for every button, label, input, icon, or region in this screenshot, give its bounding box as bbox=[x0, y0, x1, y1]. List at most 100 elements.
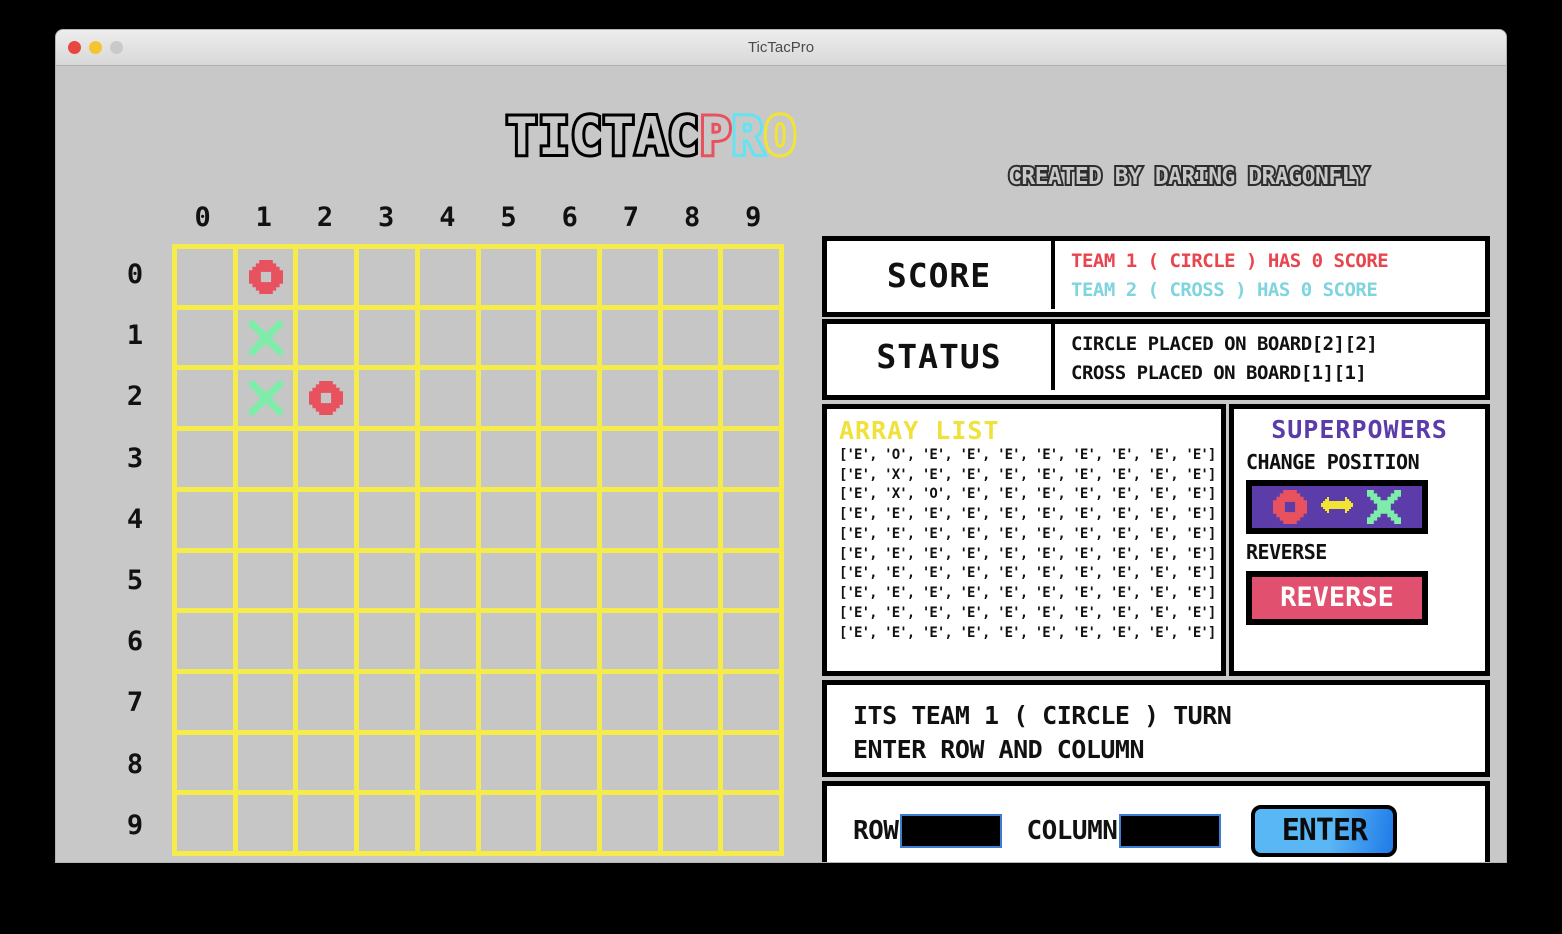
maximize-button[interactable] bbox=[110, 41, 123, 54]
board-cell-4-7[interactable] bbox=[601, 491, 658, 548]
board-cell-1-6[interactable] bbox=[541, 309, 597, 366]
board-cell-1-4[interactable] bbox=[419, 309, 476, 366]
board-cell-9-8[interactable] bbox=[662, 795, 719, 851]
board-cell-4-5[interactable] bbox=[480, 491, 537, 548]
board-cell-7-7[interactable] bbox=[601, 673, 658, 730]
board-cell-1-8[interactable] bbox=[662, 309, 719, 366]
board-cell-1-5[interactable] bbox=[480, 309, 537, 366]
board-cell-9-6[interactable] bbox=[541, 795, 597, 851]
board-cell-5-7[interactable] bbox=[601, 552, 658, 609]
board-cell-7-6[interactable] bbox=[541, 673, 597, 730]
board-cell-3-6[interactable] bbox=[541, 431, 597, 487]
board-cell-0-7[interactable] bbox=[601, 249, 658, 305]
board-cell-7-3[interactable] bbox=[359, 673, 415, 730]
board-cell-6-2[interactable] bbox=[298, 613, 355, 669]
board-cell-7-0[interactable] bbox=[177, 673, 233, 730]
board-cell-6-8[interactable] bbox=[662, 613, 719, 669]
board-cell-2-7[interactable] bbox=[601, 370, 658, 427]
board-cell-7-1[interactable] bbox=[237, 673, 294, 730]
board-cell-8-2[interactable] bbox=[298, 734, 355, 791]
board-cell-3-7[interactable] bbox=[601, 431, 658, 487]
board-cell-8-7[interactable] bbox=[601, 734, 658, 791]
board-cell-9-2[interactable] bbox=[298, 795, 355, 851]
column-input[interactable] bbox=[1119, 813, 1222, 848]
board-cell-8-4[interactable] bbox=[419, 734, 476, 791]
board-cell-8-1[interactable] bbox=[237, 734, 294, 791]
board-cell-0-4[interactable] bbox=[419, 249, 476, 305]
board-cell-2-5[interactable] bbox=[480, 370, 537, 427]
board-cell-0-9[interactable] bbox=[723, 249, 779, 305]
board-cell-6-4[interactable] bbox=[419, 613, 476, 669]
board-cell-1-7[interactable] bbox=[601, 309, 658, 366]
board-cell-3-8[interactable] bbox=[662, 431, 719, 487]
board-cell-8-9[interactable] bbox=[723, 734, 779, 791]
board-cell-8-8[interactable] bbox=[662, 734, 719, 791]
board-cell-4-3[interactable] bbox=[359, 491, 415, 548]
board-cell-2-6[interactable] bbox=[541, 370, 597, 427]
board-cell-2-1[interactable] bbox=[237, 370, 294, 427]
board-cell-2-9[interactable] bbox=[723, 370, 779, 427]
board-cell-0-5[interactable] bbox=[480, 249, 537, 305]
minimize-button[interactable] bbox=[89, 41, 102, 54]
board-cell-6-9[interactable] bbox=[723, 613, 779, 669]
board-cell-4-1[interactable] bbox=[237, 491, 294, 548]
board-cell-2-4[interactable] bbox=[419, 370, 476, 427]
board-cell-3-3[interactable] bbox=[359, 431, 415, 487]
board-cell-6-6[interactable] bbox=[541, 613, 597, 669]
board-cell-6-7[interactable] bbox=[601, 613, 658, 669]
board-cell-4-9[interactable] bbox=[723, 491, 779, 548]
board-cell-7-4[interactable] bbox=[419, 673, 476, 730]
board-cell-4-2[interactable] bbox=[298, 491, 355, 548]
board-cell-4-0[interactable] bbox=[177, 491, 233, 548]
board-cell-7-8[interactable] bbox=[662, 673, 719, 730]
board-cell-0-0[interactable] bbox=[177, 249, 233, 305]
board-cell-3-2[interactable] bbox=[298, 431, 355, 487]
board-cell-5-8[interactable] bbox=[662, 552, 719, 609]
board-cell-7-9[interactable] bbox=[723, 673, 779, 730]
board-cell-7-2[interactable] bbox=[298, 673, 355, 730]
board-cell-5-1[interactable] bbox=[237, 552, 294, 609]
board-cell-1-3[interactable] bbox=[359, 309, 415, 366]
board-cell-2-3[interactable] bbox=[359, 370, 415, 427]
board-cell-5-3[interactable] bbox=[359, 552, 415, 609]
board-cell-8-5[interactable] bbox=[480, 734, 537, 791]
board-cell-6-1[interactable] bbox=[237, 613, 294, 669]
board-cell-2-0[interactable] bbox=[177, 370, 233, 427]
reverse-button[interactable]: REVERSE bbox=[1246, 570, 1428, 625]
row-input[interactable] bbox=[900, 813, 1003, 848]
board-cell-6-0[interactable] bbox=[177, 613, 233, 669]
board-cell-7-5[interactable] bbox=[480, 673, 537, 730]
board-cell-9-9[interactable] bbox=[723, 795, 779, 851]
board-cell-8-3[interactable] bbox=[359, 734, 415, 791]
board-cell-3-0[interactable] bbox=[177, 431, 233, 487]
board-cell-1-1[interactable] bbox=[237, 309, 294, 366]
board-cell-5-2[interactable] bbox=[298, 552, 355, 609]
board-cell-4-4[interactable] bbox=[419, 491, 476, 548]
board-cell-3-9[interactable] bbox=[723, 431, 779, 487]
board-cell-9-5[interactable] bbox=[480, 795, 537, 851]
board-cell-3-4[interactable] bbox=[419, 431, 476, 487]
board-cell-9-3[interactable] bbox=[359, 795, 415, 851]
board-cell-5-0[interactable] bbox=[177, 552, 233, 609]
board-cell-1-9[interactable] bbox=[723, 309, 779, 366]
board-cell-9-7[interactable] bbox=[601, 795, 658, 851]
board-cell-8-0[interactable] bbox=[177, 734, 233, 791]
board-cell-8-6[interactable] bbox=[541, 734, 597, 791]
close-button[interactable] bbox=[68, 41, 81, 54]
board-cell-6-3[interactable] bbox=[359, 613, 415, 669]
board-cell-0-1[interactable] bbox=[237, 249, 294, 305]
board-cell-1-0[interactable] bbox=[177, 309, 233, 366]
game-board[interactable] bbox=[172, 244, 784, 856]
board-cell-0-3[interactable] bbox=[359, 249, 415, 305]
board-cell-2-8[interactable] bbox=[662, 370, 719, 427]
board-cell-5-5[interactable] bbox=[480, 552, 537, 609]
board-cell-9-0[interactable] bbox=[177, 795, 233, 851]
board-cell-3-1[interactable] bbox=[237, 431, 294, 487]
board-cell-3-5[interactable] bbox=[480, 431, 537, 487]
board-cell-0-2[interactable] bbox=[298, 249, 355, 305]
board-cell-9-1[interactable] bbox=[237, 795, 294, 851]
enter-button[interactable]: ENTER bbox=[1251, 804, 1398, 857]
board-cell-5-6[interactable] bbox=[541, 552, 597, 609]
board-cell-1-2[interactable] bbox=[298, 309, 355, 366]
board-cell-9-4[interactable] bbox=[419, 795, 476, 851]
